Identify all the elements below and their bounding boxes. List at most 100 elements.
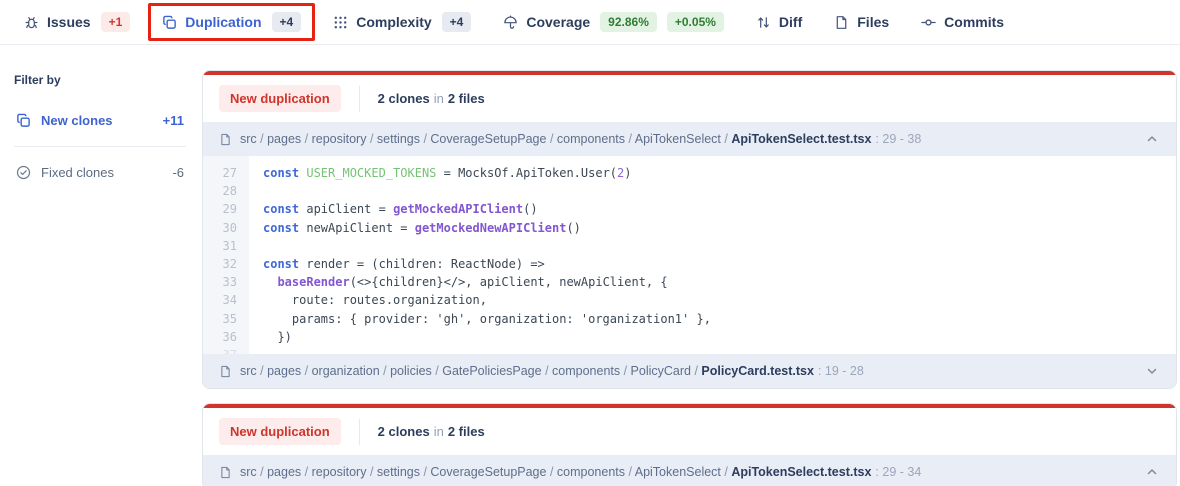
sidebar-item-new-clones[interactable]: New clones +11 <box>14 103 186 138</box>
file-breadcrumb: src / pages / organization / policies / … <box>240 364 1136 378</box>
page-layout: Filter by New clones +11 Fixed clones -6 Ne… <box>0 45 1180 486</box>
path-segment: repository <box>311 465 367 479</box>
tab-coverage[interactable]: Coverage 92.86% +0.05% <box>489 3 738 41</box>
path-separator: / <box>431 364 443 378</box>
file-doc-icon <box>219 466 232 479</box>
files-count: 2 files <box>447 91 485 106</box>
path-separator: / <box>301 465 312 479</box>
path-separator: / <box>720 132 732 146</box>
code-line: 28 <box>203 182 1176 200</box>
path-separator: / <box>625 465 635 479</box>
path-separator: / <box>419 132 431 146</box>
line-number: 27 <box>222 166 237 180</box>
files-count: 2 files <box>447 424 485 439</box>
path-separator: / <box>256 364 268 378</box>
code-token: baseRender <box>277 275 350 290</box>
tab-badge: +4 <box>271 12 302 32</box>
file-path-row[interactable]: src / pages / repository / settings / Co… <box>203 455 1176 486</box>
clone-summary: 2 clones in 2 files <box>378 91 485 106</box>
path-segment: policies <box>390 364 432 378</box>
tab-label: Commits <box>944 14 1005 30</box>
path-separator: / <box>720 465 732 479</box>
code-token: = MocksOf.ApiToken.User( <box>436 166 618 180</box>
code-line: 35 params: { provider: 'gh', organizatio… <box>203 310 1176 328</box>
path-separator: / <box>256 465 268 479</box>
tab-label: Issues <box>47 14 91 30</box>
path-segment: ApiTokenSelect <box>634 132 721 146</box>
file-name: ApiTokenSelect.test.tsx <box>731 465 872 479</box>
path-segment: pages <box>267 132 302 146</box>
path-separator: / <box>625 132 635 146</box>
duplicate-icon <box>16 113 31 128</box>
file-icon <box>834 15 849 30</box>
code-text: }) <box>249 328 292 346</box>
code-token: }) <box>263 329 292 344</box>
tab-commits[interactable]: Commits <box>907 5 1018 39</box>
path-segment: organization <box>311 364 380 378</box>
complexity-icon <box>333 15 348 30</box>
sidebar-item-fixed-clones[interactable]: Fixed clones -6 <box>14 155 186 190</box>
chevron-down-icon[interactable] <box>1144 363 1160 379</box>
tab-issues[interactable]: Issues +1 <box>10 3 144 41</box>
line-number: 31 <box>222 238 237 253</box>
tab-diff[interactable]: Diff <box>742 5 816 39</box>
path-segment: settings <box>376 465 420 479</box>
sidebar-divider <box>14 146 186 147</box>
sidebar-item-count: +11 <box>162 113 184 128</box>
line-range: : 19 - 28 <box>817 364 864 378</box>
code-token: const <box>263 257 307 272</box>
line-number: 28 <box>222 184 237 199</box>
code-token: newApiClient = <box>306 220 415 235</box>
umbrella-icon <box>503 15 518 30</box>
tab-duplication[interactable]: Duplication +4 <box>148 3 316 41</box>
code-text: params: { provider: 'gh', organization: … <box>249 310 711 328</box>
path-separator: / <box>541 364 553 378</box>
clones-count: 2 clones <box>377 424 430 439</box>
file-path-row[interactable]: src / pages / repository / settings / Co… <box>203 122 1176 156</box>
code-line: 31 <box>203 237 1176 255</box>
path-segment: src <box>240 364 257 378</box>
code-token: getMockedAPIClient <box>393 202 524 217</box>
line-number: 35 <box>222 311 237 326</box>
code-token: () <box>523 202 538 217</box>
clone-summary: 2 clones in 2 files <box>378 424 485 439</box>
code-line: 36 }) <box>203 328 1176 346</box>
path-segment: components <box>556 465 625 479</box>
code-text: const USER_MOCKED_TOKENS = MocksOf.ApiTo… <box>249 164 632 182</box>
chevron-up-icon[interactable] <box>1144 464 1160 480</box>
file-name: PolicyCard.test.tsx <box>701 364 814 378</box>
file-doc-icon <box>219 365 232 378</box>
filter-sidebar: Filter by New clones +11 Fixed clones -6 <box>0 45 202 190</box>
in-text: in <box>433 91 444 106</box>
code-text: const render = (children: ReactNode) => <box>249 255 545 273</box>
tab-badge: +4 <box>441 12 472 32</box>
path-separator: / <box>620 364 631 378</box>
path-separator: / <box>419 465 431 479</box>
new-duplication-badge: New duplication <box>219 418 341 445</box>
code-text: const newApiClient = getMockedNewAPIClie… <box>249 219 581 237</box>
code-line: 34 route: routes.organization, <box>203 291 1176 309</box>
sidebar-item-label: Fixed clones <box>41 165 114 180</box>
file-path-row[interactable]: src / pages / organization / policies / … <box>203 354 1176 388</box>
tab-files[interactable]: Files <box>820 5 903 39</box>
code-token: () <box>566 220 581 235</box>
bug-icon <box>24 15 39 30</box>
path-segment: components <box>552 364 621 378</box>
path-separator: / <box>256 132 268 146</box>
code-token: USER_MOCKED_TOKENS <box>306 166 437 180</box>
path-segment: src <box>240 465 257 479</box>
path-segment: src <box>240 132 257 146</box>
file-doc-icon <box>219 133 232 146</box>
line-number: 29 <box>222 202 237 217</box>
path-segment: GatePoliciesPage <box>442 364 542 378</box>
tab-label: Duplication <box>185 14 262 30</box>
line-number: 34 <box>222 293 237 308</box>
new-duplication-badge: New duplication <box>219 85 341 112</box>
check-circle-icon <box>16 165 31 180</box>
tab-complexity[interactable]: Complexity +4 <box>319 3 485 41</box>
card-header: New duplication 2 clones in 2 files <box>203 408 1176 455</box>
tab-label: Files <box>857 14 890 30</box>
chevron-up-icon[interactable] <box>1144 131 1160 147</box>
code-token: render = (children: ReactNode) => <box>306 257 545 272</box>
